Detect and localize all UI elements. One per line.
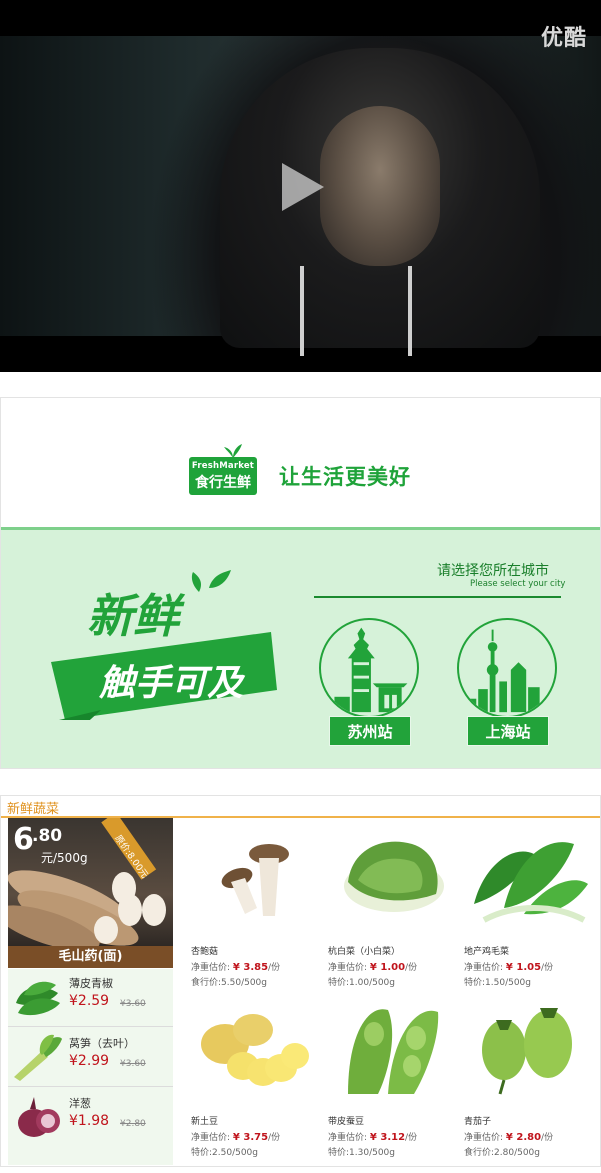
green-pepper-image bbox=[16, 981, 60, 1016]
list-item[interactable]: 洋葱 ¥1.98 ¥2.80 bbox=[8, 1089, 173, 1147]
suzhou-button[interactable]: 苏州站 bbox=[329, 716, 411, 746]
product-card[interactable]: 新土豆 净重估价: ¥ 3.75/份 特价:2.50/500g bbox=[191, 994, 321, 1158]
logo-english: FreshMarket bbox=[191, 461, 255, 471]
section-title[interactable]: 新鲜蔬菜 bbox=[7, 798, 59, 817]
lettuce-stem-image bbox=[14, 1034, 62, 1081]
list-item[interactable]: 莴笋（去叶） ¥2.99 ¥3.60 bbox=[8, 1029, 173, 1087]
graphic-line2: 触手可及 bbox=[98, 662, 246, 703]
section-header: 新鲜蔬菜 bbox=[1, 796, 600, 818]
card-product-name: 带皮蚕豆 bbox=[328, 1117, 365, 1127]
video-face bbox=[320, 106, 440, 266]
play-icon[interactable] bbox=[282, 163, 324, 211]
list-item-name: 莴笋（去叶） bbox=[69, 1037, 135, 1050]
list-item-name: 薄皮青椒 bbox=[69, 977, 113, 990]
video-hoodie-cord bbox=[300, 266, 304, 356]
card-estimated-price: 净重估价: ¥ 3.12/份 bbox=[328, 1132, 418, 1143]
list-item-price: ¥2.99 bbox=[69, 1053, 110, 1069]
city-divider bbox=[314, 596, 561, 598]
logo-chinese: 食行生鲜 bbox=[195, 475, 251, 491]
card-unit-price: 食行价:5.50/500g bbox=[191, 978, 267, 988]
shanghai-skyline-icon bbox=[457, 618, 557, 718]
city-suzhou[interactable]: 苏州站 bbox=[319, 618, 419, 746]
city-shanghai[interactable]: 上海站 bbox=[457, 618, 557, 746]
baby-greens-image bbox=[474, 842, 588, 923]
green-eggplant-image bbox=[482, 1008, 572, 1095]
card-estimated-price: 净重估价: ¥ 2.80/份 bbox=[464, 1132, 554, 1143]
leaf-icon bbox=[224, 444, 242, 458]
card-product-name: 杏鲍菇 bbox=[191, 947, 219, 957]
card-unit-price: 特价:1.30/500g bbox=[328, 1148, 395, 1158]
card-estimated-price: 净重估价: ¥ 1.05/份 bbox=[464, 962, 554, 973]
card-product-name: 新土豆 bbox=[191, 1117, 219, 1127]
list-item-price: ¥1.98 bbox=[69, 1113, 110, 1129]
freshmarket-logo[interactable]: FreshMarket 食行生鲜 bbox=[189, 457, 257, 495]
card-unit-price: 食行价:2.80/500g bbox=[464, 1148, 540, 1158]
feature-product-name[interactable]: 毛山药(面) bbox=[8, 946, 173, 968]
city-prompt-english: Please select your city bbox=[470, 579, 566, 589]
featured-product-image[interactable]: 原价:8.00元 6 .80 元/500g bbox=[8, 818, 173, 946]
card-product-name: 青茄子 bbox=[464, 1117, 492, 1127]
king-oyster-mushroom-image bbox=[221, 844, 289, 916]
card-estimated-price: 净重估价: ¥ 3.75/份 bbox=[191, 1132, 281, 1143]
banner-header: FreshMarket 食行生鲜 让生活更美好 bbox=[1, 398, 600, 528]
side-product-list: 薄皮青椒 ¥2.59 ¥3.60 莴笋（去叶） ¥2.99 ¥3.60 洋葱 ¥… bbox=[8, 969, 173, 1165]
card-product-name: 杭白菜（小白菜） bbox=[328, 947, 401, 957]
product-card[interactable]: 杏鲍菇 净重估价: ¥ 3.85/份 食行价:5.50/500g bbox=[191, 824, 321, 988]
card-product-name: 地产鸡毛菜 bbox=[464, 947, 510, 957]
leaf-icon bbox=[191, 572, 201, 592]
list-item-original-price: ¥3.60 bbox=[120, 1059, 146, 1069]
leaf-icon bbox=[209, 570, 231, 588]
bok-choy-image bbox=[344, 841, 444, 912]
list-item-price: ¥2.59 bbox=[69, 993, 110, 1009]
page: 优酷 FreshMarket 食行生鲜 让生活更美好 新鲜 触手可及 请选择您所… bbox=[0, 0, 601, 1173]
fresh-slogan-graphic: 新鲜 触手可及 bbox=[51, 570, 277, 720]
card-unit-price: 特价:2.50/500g bbox=[191, 1148, 258, 1158]
freshmarket-banner: FreshMarket 食行生鲜 让生活更美好 新鲜 触手可及 请选择您所在城市… bbox=[0, 397, 601, 769]
broad-bean-image bbox=[348, 1009, 439, 1094]
video-player[interactable]: 优酷 bbox=[0, 0, 601, 372]
shanghai-button[interactable]: 上海站 bbox=[467, 716, 549, 746]
list-item-original-price: ¥2.80 bbox=[120, 1119, 146, 1129]
city-select-panel: 新鲜 触手可及 请选择您所在城市 Please select your city bbox=[1, 530, 600, 768]
card-estimated-price: 净重估价: ¥ 1.00/份 bbox=[328, 962, 418, 973]
fresh-vegetables-section: 新鲜蔬菜 原价:8.00元 6 .80 元/500g 毛山药(面) 薄皮青椒 ¥… bbox=[0, 795, 601, 1167]
city-prompt: 请选择您所在城市 bbox=[437, 563, 549, 579]
product-card[interactable]: 青茄子 净重估价: ¥ 2.80/份 食行价:2.80/500g bbox=[464, 994, 594, 1158]
list-item[interactable]: 薄皮青椒 ¥2.59 ¥3.60 bbox=[8, 969, 173, 1027]
feature-price-integer: 6 bbox=[13, 822, 34, 857]
card-unit-price: 特价:1.00/500g bbox=[328, 978, 395, 988]
youku-logo: 优酷 bbox=[540, 26, 587, 51]
potato-image bbox=[201, 1014, 309, 1086]
product-card[interactable]: 地产鸡毛菜 净重估价: ¥ 1.05/份 特价:1.50/500g bbox=[464, 824, 594, 988]
banner-slogan: 让生活更美好 bbox=[279, 465, 411, 489]
feature-price-unit: 元/500g bbox=[41, 851, 88, 865]
product-card[interactable]: 杭白菜（小白菜） 净重估价: ¥ 1.00/份 特价:1.00/500g bbox=[328, 824, 458, 988]
list-item-original-price: ¥3.60 bbox=[120, 999, 146, 1009]
graphic-line1: 新鲜 bbox=[87, 590, 186, 642]
product-card[interactable]: 带皮蚕豆 净重估价: ¥ 3.12/份 特价:1.30/500g bbox=[328, 994, 458, 1158]
feature-price-decimal: .80 bbox=[32, 826, 63, 846]
suzhou-skyline-icon bbox=[319, 618, 419, 718]
onion-image bbox=[18, 1097, 60, 1137]
list-item-name: 洋葱 bbox=[69, 1097, 91, 1110]
card-unit-price: 特价:1.50/500g bbox=[464, 978, 531, 988]
video-hoodie-cord bbox=[408, 266, 412, 356]
card-estimated-price: 净重估价: ¥ 3.85/份 bbox=[191, 962, 281, 973]
